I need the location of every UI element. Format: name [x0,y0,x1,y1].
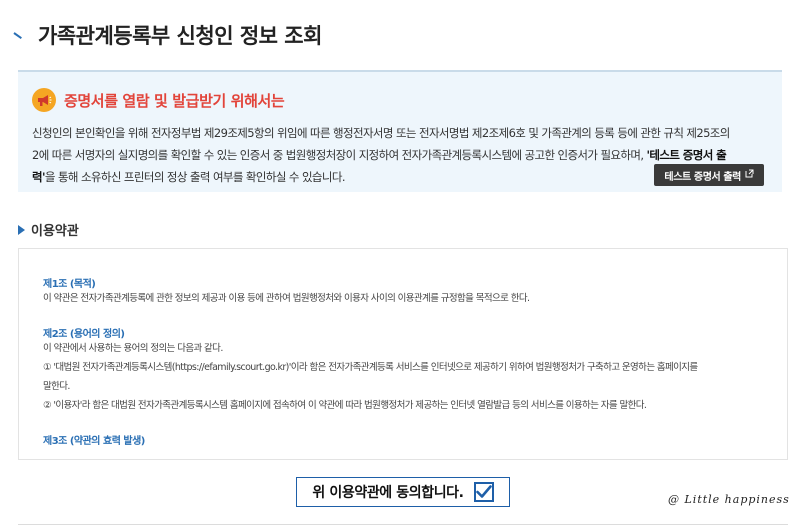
notice-title: 증명서를 열람 및 발급받기 위해서는 [64,91,285,110]
terms-section-label: 이용약관 [31,224,79,239]
clause-1-title: 제1조 (목적) [43,279,96,290]
clause-1-text: 이 약관은 전자가족관계등록에 관한 정보의 제공과 이용 등에 관하여 법원행… [43,293,530,304]
page-title: 가족관계등록부 신청인 정보 조회 [14,20,322,50]
notice-line-2: 2에 따른 서명자의 실지명의를 확인할 수 있는 인증서 중 법원행정처장이 … [32,144,772,166]
terms-section-title: 이용약관 [18,220,79,239]
checkmark-icon [475,485,492,498]
test-print-label: 테스트 증명서 출력 [664,171,741,183]
clause-2-text-1: 이 약관에서 사용하는 용어의 정의는 다음과 같다. [43,343,223,354]
notice-line-3-bold: 력' [32,170,46,184]
clause-2-text-2: ① '대법원 전자가족관계등록시스템(https://efamily.scour… [43,362,698,373]
clause-spacer [43,415,773,432]
megaphone-icon [32,88,56,112]
clause-2-title: 제2조 (용어의 정의) [43,329,125,340]
notice-line-2-bold: '테스트 증명서 출 [646,148,727,162]
notice-header: 증명서를 열람 및 발급받기 위해서는 [32,88,285,112]
notice-line-2-text: 2에 따른 서명자의 실지명의를 확인할 수 있는 인증서 중 법원행정처장이 … [32,148,647,162]
agree-terms-control[interactable]: 위 이용약관에 동의합니다. [296,477,510,507]
clause-2-text-3: 말한다. [43,381,70,392]
notice-line-1: 신청인의 본인확인을 위해 전자정부법 제29조제5항의 위임에 따른 행정전자… [32,126,730,140]
agree-checkbox[interactable] [473,482,494,502]
watermark-text: @ Little happiness [668,493,790,506]
clause-3-title: 제3조 (약관의 효력 발생) [43,436,145,447]
triangle-bullet-icon [18,224,25,235]
test-print-button[interactable]: 테스트 증명서 출력 [654,164,764,186]
external-link-icon [745,169,754,181]
title-accent-icon [14,30,28,40]
agree-terms-label: 위 이용약관에 동의합니다. [312,485,464,501]
clause-2-text-4: ② '이용자'라 함은 대법원 전자가족관계등록시스템 홈페이지에 접속하여 이… [43,400,647,411]
notice-line-3-text: 을 통해 소유하신 프린터의 정상 출력 여부를 확인하실 수 있습니다. [44,170,346,184]
bottom-divider [18,524,788,525]
terms-scroll-box[interactable]: 제1조 (목적) 이 약관은 전자가족관계등록에 관한 정보의 제공과 이용 등… [18,248,788,460]
terms-content: 제1조 (목적) 이 약관은 전자가족관계등록에 관한 정보의 제공과 이용 등… [43,275,773,447]
notice-box: 증명서를 열람 및 발급받기 위해서는 신청인의 본인확인을 위해 전자정부법 … [18,70,782,192]
clause-spacer [43,308,773,325]
page-title-text: 가족관계등록부 신청인 정보 조회 [38,24,322,48]
